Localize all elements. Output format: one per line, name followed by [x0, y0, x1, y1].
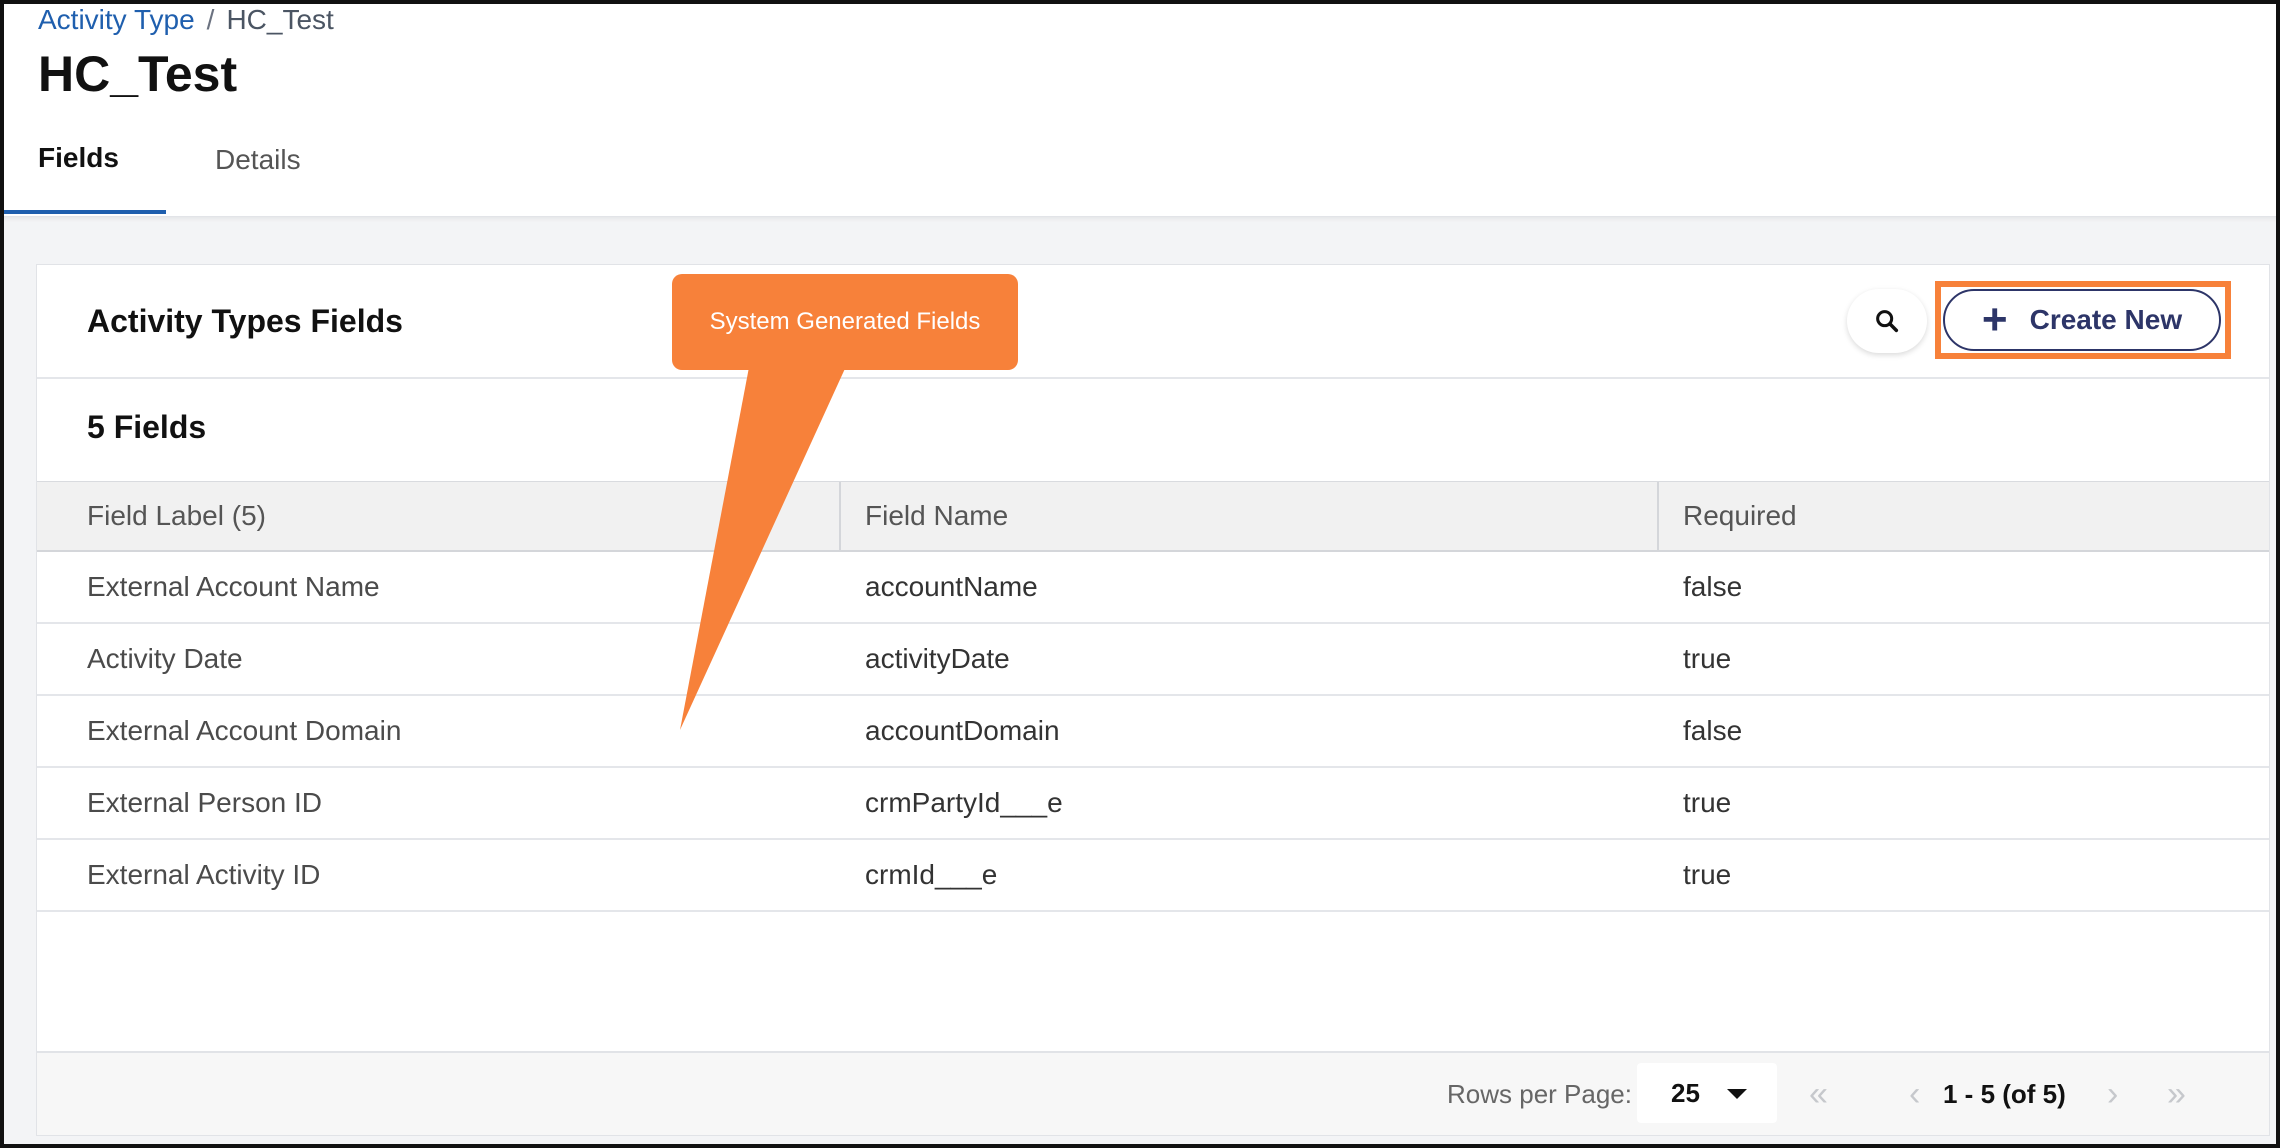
callout-text: System Generated Fields	[709, 308, 981, 335]
callout-pointer	[680, 362, 848, 730]
system-generated-fields-callout: System Generated Fields	[672, 274, 1018, 370]
